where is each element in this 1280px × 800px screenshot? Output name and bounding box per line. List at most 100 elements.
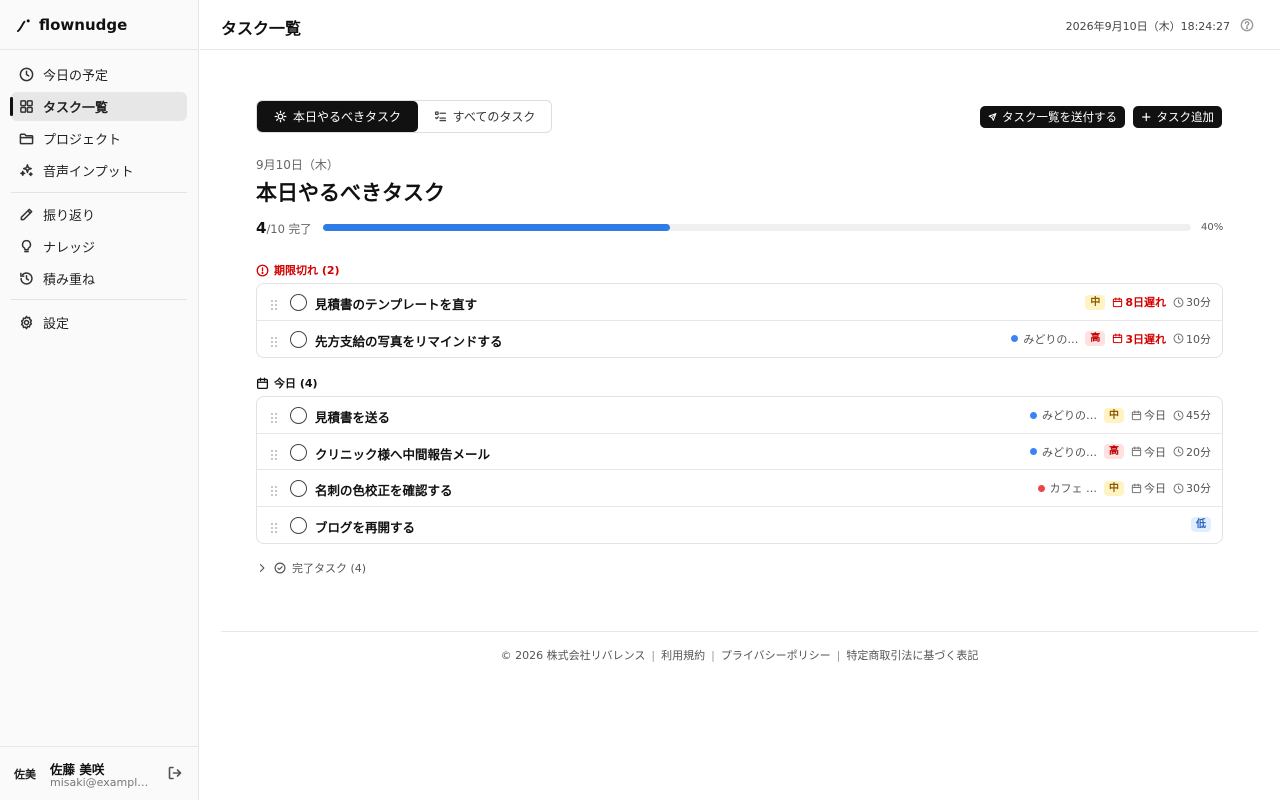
task-checkbox[interactable] [290, 480, 307, 497]
send-task-list-button[interactable]: タスク一覧を送付する [980, 106, 1125, 128]
logout-button[interactable] [167, 765, 183, 781]
task-row[interactable]: 先方支給の写真をリマインドする みどりの… 高 3日遅れ 10分 [257, 321, 1222, 358]
footer-separator: | [711, 649, 715, 662]
drag-handle-icon[interactable] [270, 333, 278, 347]
help-icon [1240, 18, 1254, 32]
task-title[interactable]: 名刺の色校正を確認する [315, 480, 453, 499]
task-duration-label: 10分 [1186, 332, 1211, 346]
task-due: 今日 [1131, 407, 1166, 423]
group-label: 今日 (4) [274, 377, 318, 390]
task-due: 今日 [1131, 480, 1166, 496]
task-due: 今日 [1131, 444, 1166, 460]
avatar[interactable]: 佐美 [12, 762, 38, 786]
current-datetime: 2026年9月10日（木）18:24:27 [1065, 20, 1230, 33]
sidebar-item-label: ナレッジ [43, 241, 96, 256]
add-task-button[interactable]: タスク追加 [1133, 106, 1222, 128]
app-logo[interactable]: flownudge [16, 14, 127, 36]
task-row[interactable]: 見積書を送る みどりの… 中 今日 45分 [257, 397, 1222, 434]
task-due: 8日遅れ [1112, 294, 1166, 310]
completed-tasks-toggle[interactable]: 完了タスク (4) [256, 560, 366, 576]
progress-done: 4 [256, 219, 267, 237]
footer-link-terms[interactable]: 利用規約 [661, 649, 705, 662]
priority-badge: 中 [1104, 407, 1124, 423]
project-color-dot [1030, 411, 1037, 419]
task-due-label: 今日 [1144, 482, 1166, 495]
task-project-label: みどりの… [1023, 332, 1079, 346]
task-card-today: 見積書を送る みどりの… 中今日 45分 クリニック様へ中間報告メール みどりの… 高… [256, 396, 1223, 544]
task-title[interactable]: ブログを再開する [315, 517, 415, 536]
sidebar-item-label: 積み重ね [43, 273, 96, 288]
task-row[interactable]: 名刺の色校正を確認する カフェ … 中 今日 30分 [257, 470, 1222, 507]
group-header-overdue: 期限切れ (2) [256, 262, 340, 278]
tab-all-tasks[interactable]: すべてのタスク [418, 101, 551, 132]
task-checkbox[interactable] [290, 294, 307, 311]
sidebar-item-knowledge[interactable]: ナレッジ [11, 232, 187, 261]
sidebar-item-today[interactable]: 今日の予定 [11, 60, 187, 89]
sidebar-item-review[interactable]: 振り返り [11, 200, 187, 229]
plus-icon [1142, 112, 1151, 122]
sidebar-item-task-list[interactable]: タスク一覧 [10, 92, 187, 121]
page-title: タスク一覧 [221, 19, 302, 38]
group-header-today: 今日 (4) [256, 375, 318, 391]
tab-today-tasks[interactable]: 本日やるべきタスク [257, 101, 418, 132]
task-view-tabs: 本日やるべきタスク すべてのタスク [256, 100, 552, 133]
user-email: misaki@example.com [50, 776, 150, 789]
clock-icon [1173, 297, 1184, 307]
drag-handle-icon[interactable] [270, 296, 278, 310]
footer-link-commerce[interactable]: 特定商取引法に基づく表記 [846, 649, 978, 662]
task-checkbox[interactable] [290, 443, 307, 461]
task-title[interactable]: 先方支給の写真をリマインドする [315, 331, 503, 350]
task-row[interactable]: クリニック様へ中間報告メール みどりの… 高 今日 20分 [257, 434, 1222, 470]
gear-icon [20, 315, 33, 330]
footer-link-privacy[interactable]: プライバシーポリシー [721, 649, 831, 662]
footer-copyright: © 2026 株式会社リバレンス [500, 649, 646, 662]
task-checkbox[interactable] [290, 330, 307, 348]
task-title[interactable]: 見積書のテンプレートを直す [315, 294, 477, 313]
sidebar-item-settings[interactable]: 設定 [11, 308, 187, 337]
sidebar-item-voice-input[interactable]: 音声インプット [11, 156, 187, 185]
project-color-dot [1030, 448, 1037, 455]
task-title[interactable]: クリニック様へ中間報告メール [315, 444, 490, 463]
progress-bar [323, 224, 1191, 231]
task-project[interactable]: みどりの… [1011, 331, 1078, 347]
send-icon [988, 113, 997, 121]
tab-label: すべてのタスク [452, 110, 536, 124]
check-circle-icon [274, 562, 286, 574]
sidebar-item-projects[interactable]: プロジェクト [11, 124, 187, 153]
top-header: タスク一覧 2026年9月10日（木）18:24:27 [200, 0, 1280, 50]
priority-badge: 高 [1085, 331, 1106, 346]
task-checkbox[interactable] [290, 407, 307, 424]
task-duration-label: 45分 [1186, 409, 1211, 422]
task-title[interactable]: 見積書を送る [315, 407, 390, 426]
task-duration: 45分 [1173, 407, 1211, 423]
task-project[interactable]: みどりの… [1030, 444, 1097, 460]
sidebar-item-label: 今日の予定 [43, 69, 109, 84]
sidebar-divider [11, 299, 187, 300]
task-row[interactable]: ブログを再開する 低 [257, 507, 1222, 544]
task-meta: カフェ … 中 今日 30分 [1037, 470, 1211, 506]
project-color-dot [1037, 484, 1045, 492]
drag-handle-icon[interactable] [270, 446, 278, 460]
sidebar-item-label: 音声インプット [43, 165, 134, 180]
task-card-overdue: 見積書のテンプレートを直す 中 8日遅れ 30分 先方支給の写真をリマインドする み… [256, 283, 1223, 358]
sidebar-item-label: プロジェクト [43, 133, 122, 148]
chevron-right-icon [259, 564, 265, 572]
task-duration: 30分 [1173, 480, 1211, 496]
help-button[interactable] [1240, 17, 1254, 32]
alert-circle-icon [256, 264, 269, 276]
task-project[interactable]: みどりの… [1030, 407, 1097, 423]
task-duration: 10分 [1173, 331, 1211, 347]
sidebar-divider [11, 192, 187, 193]
task-due-label: 今日 [1144, 445, 1166, 459]
project-color-dot [1011, 335, 1019, 342]
task-checkbox[interactable] [290, 516, 307, 534]
task-row[interactable]: 見積書のテンプレートを直す 中 8日遅れ 30分 [257, 284, 1222, 321]
sidebar-item-label: 設定 [43, 317, 70, 332]
logo-icon [16, 18, 30, 32]
drag-handle-icon[interactable] [270, 409, 278, 423]
drag-handle-icon[interactable] [270, 482, 278, 496]
drag-handle-icon[interactable] [270, 519, 278, 533]
task-meta: みどりの… 高 今日 20分 [1030, 434, 1211, 470]
task-project[interactable]: カフェ … [1037, 480, 1097, 496]
sidebar-item-accumulation[interactable]: 積み重ね [11, 264, 187, 293]
